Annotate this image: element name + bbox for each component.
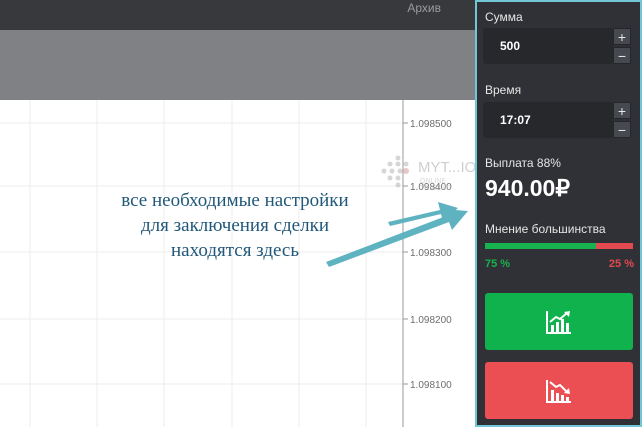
amount-decrease-button[interactable]: − xyxy=(613,47,631,64)
time-value: 17:07 xyxy=(500,113,531,127)
time-decrease-button[interactable]: − xyxy=(613,121,631,138)
chart-down-icon xyxy=(546,380,571,403)
time-increase-button[interactable]: + xyxy=(613,102,631,119)
time-field[interactable]: 17:07 xyxy=(483,102,613,138)
trade-panel: Сумма 500 + − Время 17:07 + − Выплата 88… xyxy=(475,0,642,427)
sentiment-down-percent: 25 % xyxy=(608,258,634,270)
amount-value: 500 xyxy=(500,39,521,53)
arrow-lower-icon xyxy=(326,209,468,267)
sentiment-label: Мнение большинства xyxy=(485,222,606,236)
time-label: Время xyxy=(485,83,522,97)
payout-label: Выплата 88% xyxy=(485,156,561,170)
chart-up-icon xyxy=(546,311,571,334)
amount-increase-button[interactable]: + xyxy=(613,28,631,45)
payout-value: 940.00₽ xyxy=(485,175,570,201)
sentiment-up-percent: 75 % xyxy=(485,258,511,270)
amount-field[interactable]: 500 xyxy=(483,28,613,64)
amount-label: Сумма xyxy=(485,10,523,24)
sentiment-bar-fill xyxy=(485,243,596,249)
amount-stepper: + − xyxy=(613,28,631,64)
sentiment-bar xyxy=(485,243,633,249)
call-button[interactable] xyxy=(485,293,633,350)
time-stepper: + − xyxy=(613,102,631,138)
put-button[interactable] xyxy=(485,362,633,419)
